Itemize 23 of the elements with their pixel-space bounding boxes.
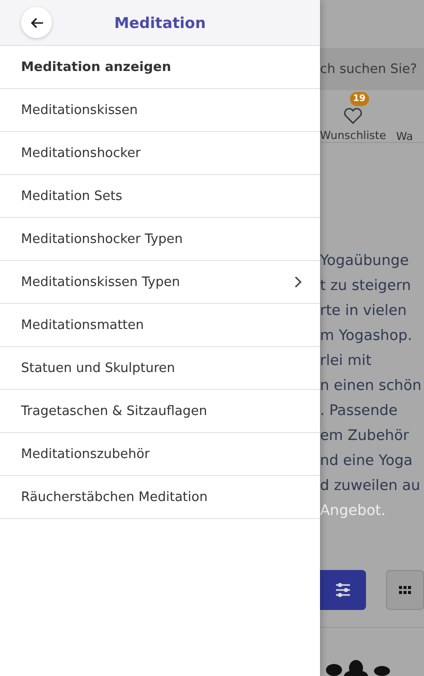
search-field[interactable]: ch suchen Sie? — [320, 48, 424, 90]
nav-link[interactable]: Wunschliste — [320, 129, 386, 142]
count-badge: 19 — [350, 92, 369, 106]
nav-link[interactable]: Wa — [396, 130, 414, 143]
drawer-title: Meditation — [113, 14, 207, 32]
text-line: Yogaübunge — [320, 252, 410, 271]
text-line: d zuweilen au — [320, 477, 422, 496]
sliders-icon — [334, 583, 351, 597]
text-line: em Zubehör — [320, 427, 410, 446]
text-line: rlei mit — [320, 352, 372, 371]
grid-view-button[interactable] — [386, 570, 424, 610]
text-line: . Passende — [320, 402, 399, 421]
heart-icon[interactable] — [342, 106, 364, 125]
text-line: t zu steigern — [320, 277, 412, 296]
back-button[interactable] — [21, 7, 52, 38]
filter-button[interactable] — [320, 570, 366, 610]
text-line: rte in vielen — [320, 302, 408, 321]
text-line: n einen schön — [320, 377, 422, 396]
text-line: nd eine Yoga — [320, 452, 414, 471]
text-line: Angebot. — [320, 502, 387, 521]
text-line: m Yogashop. — [320, 327, 414, 346]
back-arrow-icon — [30, 16, 44, 28]
grid-icon — [398, 586, 411, 594]
